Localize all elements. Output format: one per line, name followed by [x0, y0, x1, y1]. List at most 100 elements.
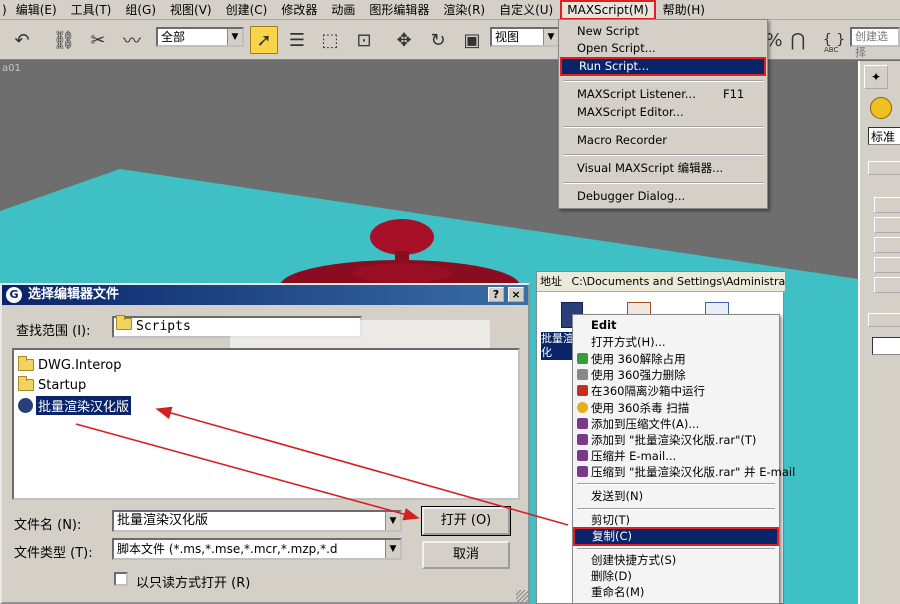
ctx-delete[interactable]: 删除(D) — [573, 568, 779, 585]
ctx-compress-email[interactable]: 压缩并 E-mail... — [573, 448, 779, 465]
folder-icon — [116, 315, 132, 330]
readonly-label: 以只读方式打开 (R) — [136, 576, 251, 591]
undo-icon[interactable]: ↶ — [8, 26, 36, 54]
rollout-header[interactable] — [868, 161, 900, 175]
file-list[interactable]: DWG.Interop Startup 批量渲染汉化版 — [12, 348, 520, 500]
window-crossing-icon[interactable]: ⊡ — [350, 26, 378, 54]
shield-icon — [577, 402, 588, 413]
menu-visual-maxscript[interactable]: Visual MAXScript 编辑器... — [559, 160, 767, 177]
chevron-down-icon[interactable]: ▼ — [385, 540, 400, 558]
object-type-button[interactable] — [874, 257, 900, 273]
readonly-checkbox[interactable] — [114, 572, 128, 586]
lookin-label: 查找范围 (I): — [16, 324, 91, 339]
menu-animation[interactable]: 动画 — [324, 0, 362, 20]
menu-tools[interactable]: 工具(T) — [64, 0, 119, 20]
menu-customize[interactable]: 自定义(U) — [492, 0, 560, 20]
menu-separator — [577, 483, 775, 485]
select-object-icon[interactable]: ➚ — [250, 26, 278, 54]
name-field[interactable] — [872, 337, 900, 355]
menu-help[interactable]: 帮助(H) — [656, 0, 712, 20]
menu-modifiers[interactable]: 修改器 — [274, 0, 324, 20]
create-tab-icon[interactable]: ✦ — [864, 65, 888, 89]
ctx-add-archive[interactable]: 添加到压缩文件(A)... — [573, 416, 779, 433]
filetype-select[interactable]: 脚本文件 (*.ms,*.mse,*.mcr,*.mzp,*.d ▼ — [112, 538, 402, 560]
menu-bar: ) 编辑(E) 工具(T) 组(G) 视图(V) 创建(C) 修改器 动画 图形… — [0, 0, 900, 20]
close-button[interactable]: × — [508, 287, 524, 302]
menu-run-script[interactable]: Run Script... — [560, 57, 766, 76]
shredder-icon — [577, 369, 588, 380]
command-panel: ✦ 标准 — [858, 61, 900, 604]
move-icon[interactable]: ✥ — [390, 26, 418, 54]
object-type-button[interactable] — [874, 217, 900, 233]
dialog-titlebar: G 选择编辑器文件 ? × — [2, 285, 528, 305]
ctx-open-with[interactable]: 打开方式(H)... — [573, 334, 779, 351]
ctx-rename[interactable]: 重命名(M) — [573, 584, 779, 601]
list-item-label: Startup — [38, 377, 87, 393]
winrar-icon — [577, 466, 588, 477]
help-button[interactable]: ? — [488, 287, 504, 302]
menu-maxscript-listener[interactable]: MAXScript Listener... F11 — [559, 86, 767, 103]
ctx-compress-rar-email[interactable]: 压缩到 "批量渲染汉化版.rar" 并 E-mail — [573, 464, 795, 481]
filename-input[interactable]: 批量渲染汉化版 ▼ — [112, 510, 402, 532]
bind-spacewarp-icon[interactable]: 〰 — [118, 26, 146, 54]
ctx-copy[interactable]: 复制(C) — [573, 527, 779, 546]
ctx-cut[interactable]: 剪切(T) — [573, 512, 779, 529]
resize-grip[interactable] — [516, 590, 528, 602]
list-item[interactable]: Startup — [18, 376, 86, 394]
ctx-create-shortcut[interactable]: 创建快捷方式(S) — [573, 552, 779, 569]
rollout-header[interactable] — [868, 313, 900, 327]
folder-icon — [18, 376, 34, 391]
menu-rendering[interactable]: 渲染(R) — [436, 0, 492, 20]
object-type-button[interactable] — [874, 237, 900, 253]
ctx-360-sandbox[interactable]: 在360隔离沙箱中运行 — [573, 383, 779, 400]
teapot-lid — [352, 263, 452, 283]
filetype-label: 文件类型 (T): — [14, 546, 93, 561]
open-button[interactable]: 打开 (O) — [421, 506, 511, 536]
select-by-name-icon[interactable]: ☰ — [283, 26, 311, 54]
menu-group[interactable]: 组(G) — [118, 0, 163, 20]
menu-views[interactable]: 视图(V) — [163, 0, 219, 20]
cancel-button[interactable]: 取消 — [422, 541, 510, 569]
ctx-add-to-rar[interactable]: 添加到 "批量渲染汉化版.rar"(T) — [573, 432, 779, 449]
reference-coord-combo[interactable]: 视图 ▼ — [490, 27, 560, 47]
ctx-edit[interactable]: Edit — [573, 317, 779, 334]
ctx-360-force-delete[interactable]: 使用 360强力删除 — [573, 367, 779, 384]
ctx-send-to[interactable]: 发送到(N) — [573, 488, 779, 505]
menu-open-script[interactable]: Open Script... — [559, 40, 767, 57]
ctx-360-sandbox-label: 在360隔离沙箱中运行 — [591, 384, 705, 398]
menu-new-script[interactable]: New Script — [559, 23, 767, 40]
menu-maxscript-editor[interactable]: MAXScript Editor... — [559, 104, 767, 121]
chevron-down-icon[interactable]: ▼ — [385, 512, 400, 530]
unlink-icon[interactable]: ✂ — [84, 26, 112, 54]
selection-filter-combo[interactable]: 全部 ▼ — [156, 27, 244, 47]
menu-graph-editors[interactable]: 图形编辑器 — [362, 0, 436, 20]
rotate-icon[interactable]: ↻ — [424, 26, 452, 54]
address-label: 地址 — [540, 275, 562, 288]
named-selection-input[interactable]: 创建选择 — [850, 27, 900, 59]
chevron-down-icon: ▼ — [227, 29, 242, 45]
menu-create[interactable]: 创建(C) — [219, 0, 275, 20]
ctx-360-antivirus[interactable]: 使用 360杀毒 扫描 — [573, 400, 779, 417]
object-type-button[interactable] — [874, 277, 900, 293]
list-item[interactable]: DWG.Interop — [18, 356, 122, 374]
magnet-icon[interactable]: ⋂ — [784, 26, 812, 54]
menu-edge[interactable]: ) — [0, 0, 9, 20]
menu-maxscript[interactable]: MAXScript(M) — [560, 0, 656, 20]
menu-edit[interactable]: 编辑(E) — [9, 0, 64, 20]
maxscript-menu: New Script Open Script... Run Script... … — [558, 19, 768, 209]
ctx-add-archive-label: 添加到压缩文件(A)... — [591, 417, 700, 431]
geometry-icon[interactable] — [870, 97, 892, 119]
filename-value: 批量渲染汉化版 — [117, 513, 209, 528]
address-bar[interactable]: 地址 C:\Documents and Settings\Administrat — [537, 272, 785, 292]
rect-selection-icon[interactable]: ⬚ — [316, 26, 344, 54]
dialog-title: 选择编辑器文件 — [28, 287, 120, 302]
scale-icon[interactable]: ▣ — [458, 26, 486, 54]
selection-filter-value: 全部 — [161, 30, 186, 44]
select-link-icon[interactable]: ⛓ — [50, 26, 78, 54]
menu-macro-recorder[interactable]: Macro Recorder — [559, 132, 767, 149]
menu-debugger-dialog[interactable]: Debugger Dialog... — [559, 188, 767, 205]
ctx-360-unlock[interactable]: 使用 360解除占用 — [573, 351, 779, 368]
list-item[interactable]: 批量渲染汉化版 — [18, 395, 132, 415]
std-primitives-combo[interactable]: 标准 — [868, 127, 900, 145]
object-type-button[interactable] — [874, 197, 900, 213]
